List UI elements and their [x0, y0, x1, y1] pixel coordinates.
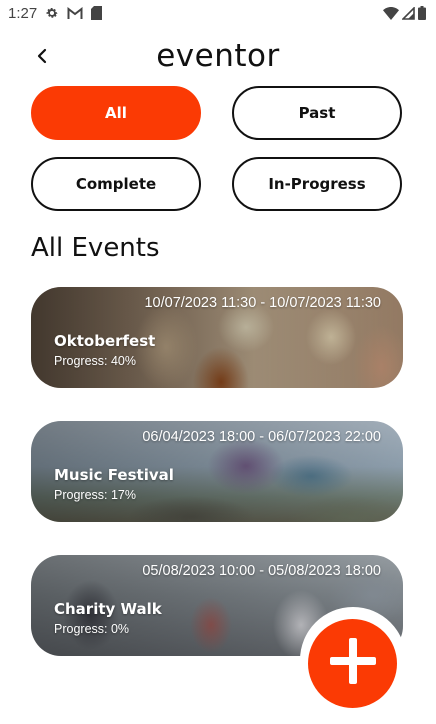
- gear-icon: [45, 6, 59, 20]
- event-dates: 10/07/2023 11:30 - 10/07/2023 11:30: [144, 295, 381, 311]
- event-progress: Progress: 17%: [54, 488, 136, 502]
- event-name: Charity Walk: [54, 600, 162, 618]
- event-card-music-festival[interactable]: 06/04/2023 18:00 - 06/07/2023 22:00 Musi…: [31, 421, 403, 522]
- filter-all-button[interactable]: All: [31, 86, 201, 140]
- event-dates: 05/08/2023 10:00 - 05/08/2023 18:00: [142, 563, 381, 579]
- status-time: 1:27: [8, 4, 38, 22]
- add-event-button[interactable]: [308, 619, 397, 708]
- filter-past-button[interactable]: Past: [232, 86, 402, 140]
- event-progress: Progress: 0%: [54, 622, 130, 636]
- event-name: Music Festival: [54, 466, 174, 484]
- event-progress: Progress: 40%: [54, 354, 136, 368]
- event-name: Oktoberfest: [54, 332, 156, 350]
- section-title: All Events: [31, 233, 160, 263]
- event-dates: 06/04/2023 18:00 - 06/07/2023 22:00: [142, 429, 381, 445]
- gmail-icon: [67, 6, 83, 20]
- status-left: 1:27: [8, 4, 103, 22]
- status-bar: 1:27: [0, 0, 436, 26]
- signal-icon: [402, 6, 415, 20]
- battery-icon: [418, 6, 426, 20]
- event-card-oktoberfest[interactable]: 10/07/2023 11:30 - 10/07/2023 11:30 Okto…: [31, 287, 403, 388]
- wifi-icon: [383, 6, 399, 20]
- filter-in-progress-button[interactable]: In-Progress: [232, 157, 402, 211]
- plus-icon: [329, 638, 376, 689]
- sd-card-icon: [91, 6, 103, 20]
- filter-complete-button[interactable]: Complete: [31, 157, 201, 211]
- app-title: eventor: [156, 38, 280, 74]
- status-right: [383, 6, 426, 20]
- header: eventor: [0, 36, 436, 80]
